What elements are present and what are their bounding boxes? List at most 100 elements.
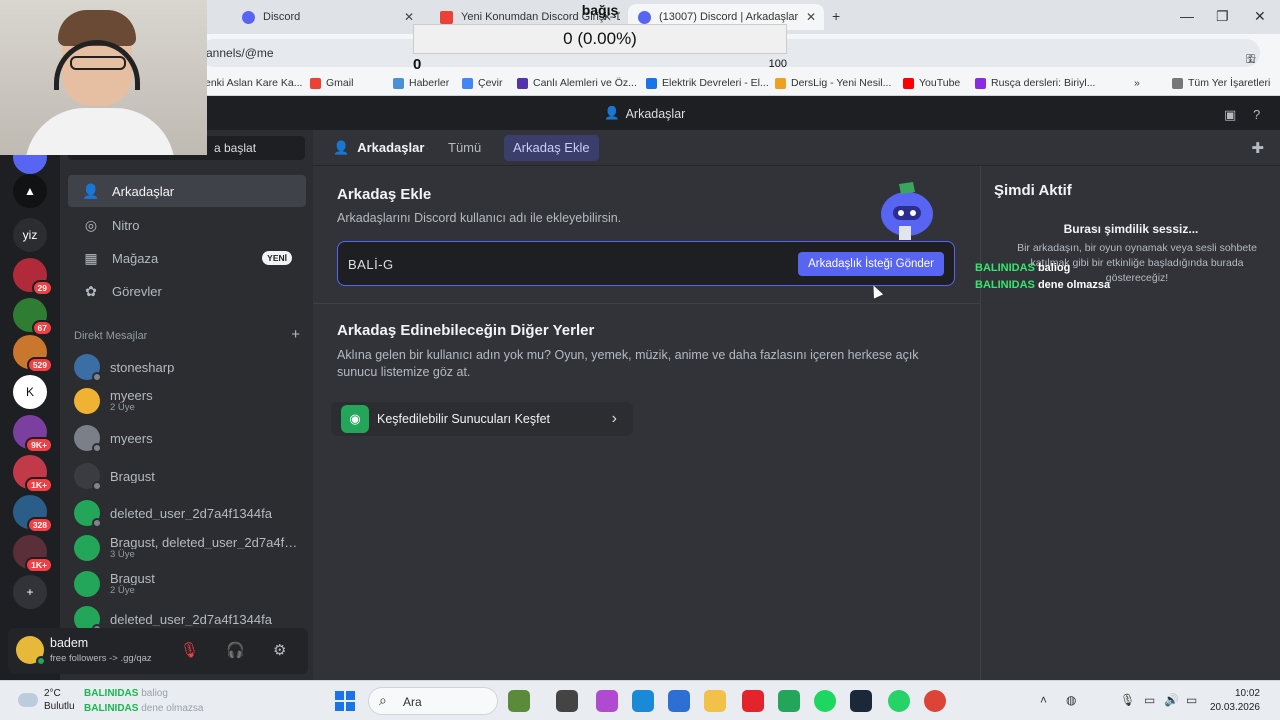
server-icon[interactable]: 67 bbox=[13, 298, 53, 336]
terminal-app-icon[interactable] bbox=[556, 690, 578, 712]
tray-app-icon[interactable]: ◍ bbox=[1066, 693, 1076, 707]
steam-app-icon[interactable] bbox=[850, 690, 872, 712]
tab-all[interactable]: Tümü bbox=[439, 135, 490, 161]
bookmark-item[interactable]: Gmail bbox=[310, 77, 353, 89]
nav-shop[interactable]: ▦ Mağaza YENİ bbox=[68, 242, 306, 274]
xbox-app-icon[interactable] bbox=[778, 690, 800, 712]
tab-add-friend[interactable]: Arkadaş Ekle bbox=[504, 135, 599, 161]
headphones-icon[interactable]: 🎧 bbox=[226, 641, 245, 659]
compass-icon: ◉ bbox=[341, 405, 369, 433]
friends-header: 👤 Arkadaşlar · Tümü Arkadaş Ekle ✚ bbox=[313, 130, 1280, 166]
bookmark-item[interactable]: Rusça dersleri: Biriyl... bbox=[975, 77, 1095, 89]
server-icon[interactable]: K bbox=[13, 375, 47, 409]
close-tab-icon[interactable]: ✕ bbox=[806, 10, 816, 24]
mention-badge: 9K+ bbox=[25, 437, 53, 453]
gmail-icon bbox=[310, 77, 321, 89]
bookmark-item[interactable]: DersLig - Yeni Nesil... bbox=[775, 77, 891, 89]
spotify-app-icon[interactable] bbox=[814, 690, 836, 712]
tray-chevron-icon[interactable]: ˄ bbox=[1040, 693, 1047, 707]
system-clock[interactable]: 10:02 20.03.2026 bbox=[1210, 687, 1260, 715]
server-icon[interactable]: 1K+ bbox=[13, 455, 53, 493]
bookmark-item[interactable]: Çevir bbox=[462, 77, 503, 89]
mention-badge: 29 bbox=[31, 280, 53, 296]
youtube-icon bbox=[903, 77, 914, 89]
bookmark-item[interactable]: Canlı Alemleri ve Öz... bbox=[517, 77, 637, 89]
server-icon[interactable]: 29 bbox=[13, 258, 53, 296]
battery-icon[interactable]: ▭ bbox=[1186, 693, 1197, 707]
new-tab-icon[interactable]: + bbox=[832, 8, 840, 24]
dm-item[interactable]: Bragust bbox=[68, 459, 306, 493]
server-icon[interactable]: yiz bbox=[13, 218, 47, 252]
status-icon bbox=[92, 518, 102, 528]
taskbar-chat-overlay: BALINIDAS baliog BALINIDAS dene olmazsa bbox=[84, 688, 204, 714]
taskbar-search[interactable]: ⌕ Ara bbox=[368, 687, 498, 715]
help-icon[interactable]: ? bbox=[1253, 107, 1260, 122]
dm-member-count: 2 Üye bbox=[110, 585, 135, 596]
nav-friends[interactable]: 👤 Arkadaşlar bbox=[68, 175, 306, 207]
more-bookmarks-icon[interactable]: » bbox=[1134, 77, 1140, 89]
explore-servers-button[interactable]: ◉ Keşfedilebilir Sunucuları Keşfet › bbox=[331, 402, 633, 436]
windows-start-icon[interactable] bbox=[335, 691, 355, 711]
create-dm-icon[interactable]: + bbox=[291, 326, 300, 343]
game-app-icon[interactable] bbox=[508, 690, 530, 712]
minimize-icon[interactable]: — bbox=[1180, 8, 1194, 24]
server-icon[interactable]: + bbox=[13, 575, 47, 609]
webcam-overlay bbox=[0, 0, 207, 155]
network-icon[interactable]: ▭ bbox=[1144, 693, 1155, 707]
volume-icon[interactable]: 🔊 bbox=[1164, 693, 1179, 707]
send-friend-request-button[interactable]: Arkadaşlık İsteği Gönder bbox=[798, 252, 944, 276]
nav-nitro[interactable]: ◎ Nitro bbox=[68, 209, 306, 241]
browser-tab-discord[interactable]: Discord ✕ bbox=[232, 4, 422, 30]
copilot-app-icon[interactable] bbox=[596, 690, 618, 712]
server-icon[interactable]: 529 bbox=[13, 335, 53, 373]
chrome-app-icon[interactable] bbox=[924, 690, 946, 712]
donation-title: bağış bbox=[581, 2, 619, 18]
user-avatar[interactable] bbox=[16, 636, 46, 666]
dm-item[interactable]: Bragust, deleted_user_2d7a4f1... 3 Üye bbox=[68, 531, 306, 565]
weather-widget[interactable]: 2°C Bulutlu bbox=[18, 687, 75, 713]
dm-item[interactable]: stonesharp bbox=[68, 350, 306, 384]
dm-item[interactable]: Bragust 2 Üye bbox=[68, 567, 306, 601]
bookmark-item[interactable]: Haberler bbox=[393, 77, 449, 89]
dm-item[interactable]: myeers 2 Üye bbox=[68, 384, 306, 418]
office-app-icon[interactable] bbox=[742, 690, 764, 712]
username-input[interactable]: BALİ-G Arkadaşlık İsteği Gönder bbox=[337, 241, 955, 286]
online-status-icon bbox=[36, 656, 46, 666]
new-badge: YENİ bbox=[262, 251, 292, 265]
server-icon[interactable]: 9K+ bbox=[13, 415, 53, 453]
bookmark-folder[interactable]: Tüm Yer İşaretleri bbox=[1172, 77, 1270, 89]
bookmark-item[interactable]: YouTube bbox=[903, 77, 960, 89]
mention-badge: 1K+ bbox=[25, 477, 53, 493]
maximize-icon[interactable]: ❐ bbox=[1216, 8, 1229, 25]
dm-name: Bragust, deleted_user_2d7a4f1... bbox=[110, 536, 300, 549]
edge-app-icon[interactable] bbox=[632, 690, 654, 712]
status-icon bbox=[92, 443, 102, 453]
dm-name: Bragust bbox=[110, 572, 155, 585]
active-now-panel: Şimdi Aktif Burası şimdilik sessiz... Bi… bbox=[980, 166, 1280, 680]
mute-mic-icon[interactable]: 🎙 bbox=[180, 641, 199, 659]
bookmark-item[interactable]: enki Aslan Kare Ka... bbox=[205, 77, 302, 89]
whatsapp-app-icon[interactable] bbox=[888, 690, 910, 712]
active-now-empty-title: Burası şimdilik sessiz... bbox=[1063, 222, 1199, 236]
server-icon[interactable]: ▲ bbox=[13, 174, 47, 208]
dm-item[interactable]: myeers bbox=[68, 421, 306, 455]
status-icon bbox=[92, 481, 102, 491]
nav-quests[interactable]: ✿ Görevler bbox=[68, 275, 306, 307]
file-explorer-icon[interactable] bbox=[704, 690, 726, 712]
server-icon[interactable]: 328 bbox=[13, 495, 53, 533]
close-window-icon[interactable]: ✕ bbox=[1254, 8, 1266, 25]
dm-item[interactable]: deleted_user_2d7a4f1344fa bbox=[68, 496, 306, 530]
microphone-icon[interactable]: 🎙 bbox=[1120, 693, 1135, 707]
lesson-icon bbox=[975, 77, 986, 89]
avatar bbox=[74, 463, 102, 491]
server-icon[interactable]: 1K+ bbox=[13, 535, 53, 573]
active-now-title: Şimdi Aktif bbox=[994, 182, 1072, 199]
username[interactable]: badem bbox=[50, 636, 88, 650]
bookmark-star-icon[interactable]: ☆ bbox=[1246, 52, 1257, 66]
store-app-icon[interactable] bbox=[668, 690, 690, 712]
settings-gear-icon[interactable]: ⚙ bbox=[273, 641, 286, 659]
new-group-dm-icon[interactable]: ✚ bbox=[1251, 139, 1264, 157]
avatar bbox=[74, 571, 100, 597]
bookmark-item[interactable]: Elektrik Devreleri - El... bbox=[646, 77, 769, 89]
inbox-icon[interactable]: ▣ bbox=[1224, 107, 1236, 123]
